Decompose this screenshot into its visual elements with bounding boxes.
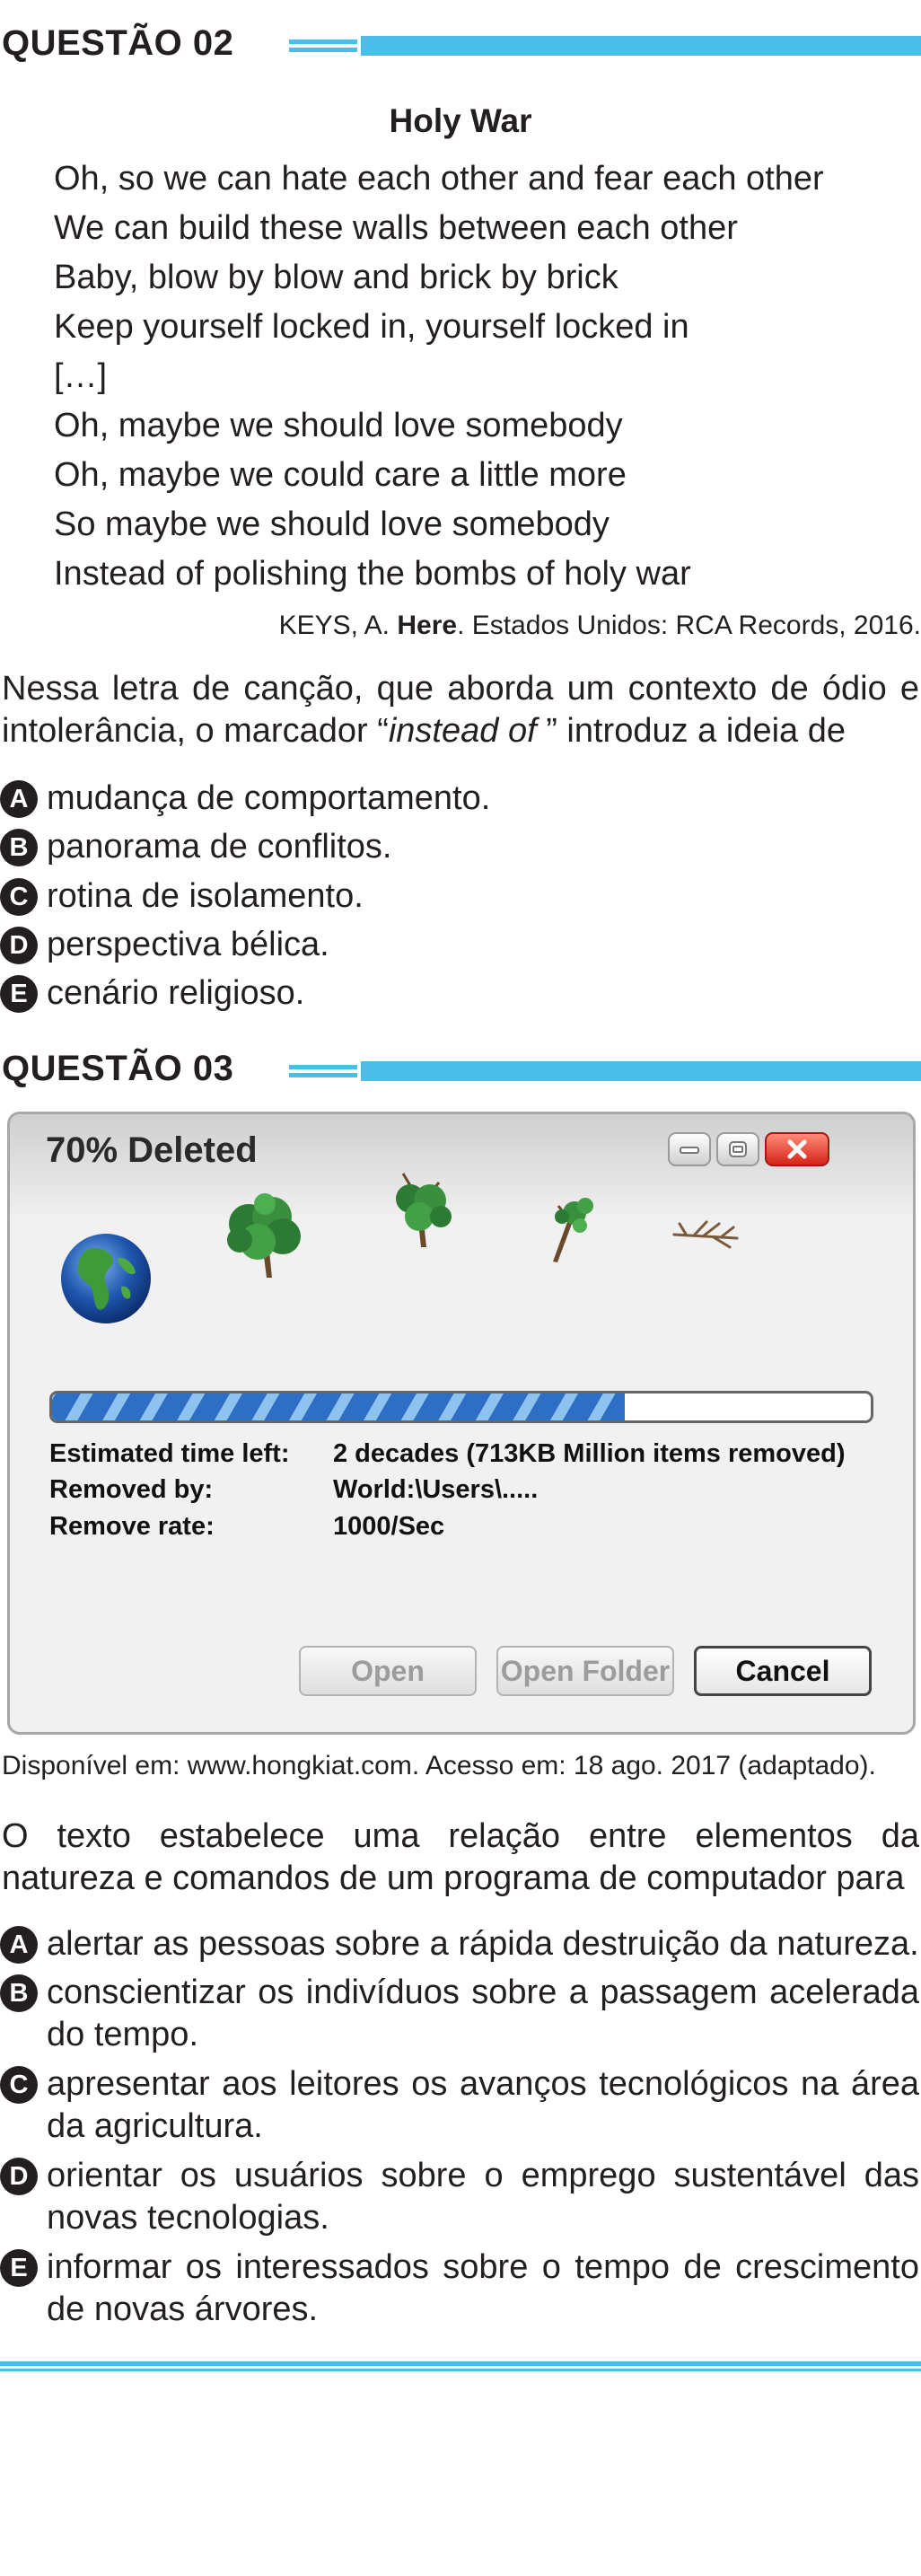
option-letter-badge: E	[0, 975, 38, 1013]
option-letter-badge: D	[0, 927, 38, 964]
option-letter-badge: B	[0, 1974, 38, 2012]
option-a[interactable]: Amudança de comportamento.	[0, 778, 919, 820]
close-button[interactable]	[765, 1132, 829, 1166]
removed-by-label: Removed by:	[49, 1475, 214, 1504]
removed-by-value: World:\Users\.....	[333, 1475, 539, 1504]
lyric-line: […]	[54, 357, 108, 395]
cancel-button[interactable]: Cancel	[694, 1646, 872, 1696]
question-03-heading: QUESTÃO 03	[2, 1049, 234, 1088]
globe-icon	[61, 1234, 151, 1323]
option-letter-badge: C	[0, 2066, 38, 2104]
lyric-line: Baby, blow by blow and brick by brick	[54, 259, 618, 296]
option-letter-badge: B	[0, 829, 38, 866]
progress-fill	[52, 1394, 626, 1420]
image-source: Disponível em: www.hongkiat.com. Acesso …	[2, 1751, 876, 1780]
deletion-progress-bar	[49, 1391, 873, 1423]
poem-title: Holy War	[389, 102, 532, 139]
poem-lyrics: Oh, so we can hate each other and fear e…	[54, 154, 824, 599]
delete-progress-window: 70% Deleted Estimated time left: 2 decad…	[7, 1112, 916, 1735]
question-02-heading: QUESTÃO 02	[2, 23, 234, 63]
heading-rule	[289, 36, 921, 63]
song-credit: KEYS, A. Here. Estados Unidos: RCA Recor…	[278, 611, 921, 640]
open-folder-button[interactable]: Open Folder	[496, 1646, 674, 1696]
lyric-line: So maybe we should love somebody	[54, 506, 610, 543]
tree-sparse-icon	[553, 1198, 593, 1262]
lyric-line: Oh, so we can hate each other and fear e…	[54, 160, 824, 198]
question-03-stem: O texto estabelece uma relação entre ele…	[2, 1817, 919, 1897]
lyric-line: Keep yourself locked in, yourself locked…	[54, 308, 689, 346]
option-letter-badge: A	[0, 780, 38, 818]
option-e[interactable]: Ecenário religioso.	[0, 972, 919, 1015]
window-title: 70% Deleted	[46, 1130, 258, 1170]
option-c[interactable]: Crotina de isolamento.	[0, 875, 919, 918]
close-icon	[787, 1139, 807, 1159]
lyric-line: We can build these walls between each ot…	[54, 209, 738, 247]
option-c[interactable]: Capresentar aos leitores os avanços tecn…	[0, 2063, 919, 2148]
option-b[interactable]: Bconscientizar os indivíduos sobre a pas…	[0, 1972, 919, 2056]
option-e[interactable]: Einformar os interessados sobre o tempo …	[0, 2246, 919, 2331]
lyric-line: Instead of polishing the bombs of holy w…	[54, 555, 691, 593]
lyric-line: Oh, maybe we could care a little more	[54, 456, 627, 494]
maximize-icon	[729, 1141, 747, 1157]
minimize-button[interactable]	[668, 1132, 711, 1166]
tree-full-icon	[227, 1193, 301, 1278]
heading-rule	[289, 1061, 921, 1088]
open-button[interactable]: Open	[299, 1646, 477, 1696]
estimated-time-label: Estimated time left:	[49, 1439, 290, 1468]
option-letter-badge: E	[0, 2249, 38, 2287]
maximize-button[interactable]	[716, 1132, 759, 1166]
minimize-icon	[680, 1147, 699, 1154]
question-02-stem: Nessa letra de canção, que aborda um con…	[2, 670, 919, 750]
estimated-time-value: 2 decades (713KB Million items removed)	[333, 1439, 846, 1468]
remove-rate-value: 1000/Sec	[333, 1512, 445, 1541]
option-letter-badge: A	[0, 1926, 38, 1964]
option-d[interactable]: Dorientar os usuários sobre o emprego su…	[0, 2155, 919, 2239]
tree-partial-icon	[396, 1173, 452, 1247]
remove-rate-label: Remove rate:	[49, 1512, 215, 1541]
option-letter-badge: C	[0, 878, 38, 916]
option-b[interactable]: Bpanorama de conflitos.	[0, 826, 919, 868]
option-letter-badge: D	[0, 2158, 38, 2195]
option-d[interactable]: Dperspectiva bélica.	[0, 924, 919, 966]
option-a[interactable]: Aalertar as pessoas sobre a rápida destr…	[0, 1923, 919, 1965]
tree-bare-icon	[672, 1220, 739, 1249]
bottom-rule	[0, 2361, 921, 2372]
lyric-line: Oh, maybe we should love somebody	[54, 407, 623, 444]
